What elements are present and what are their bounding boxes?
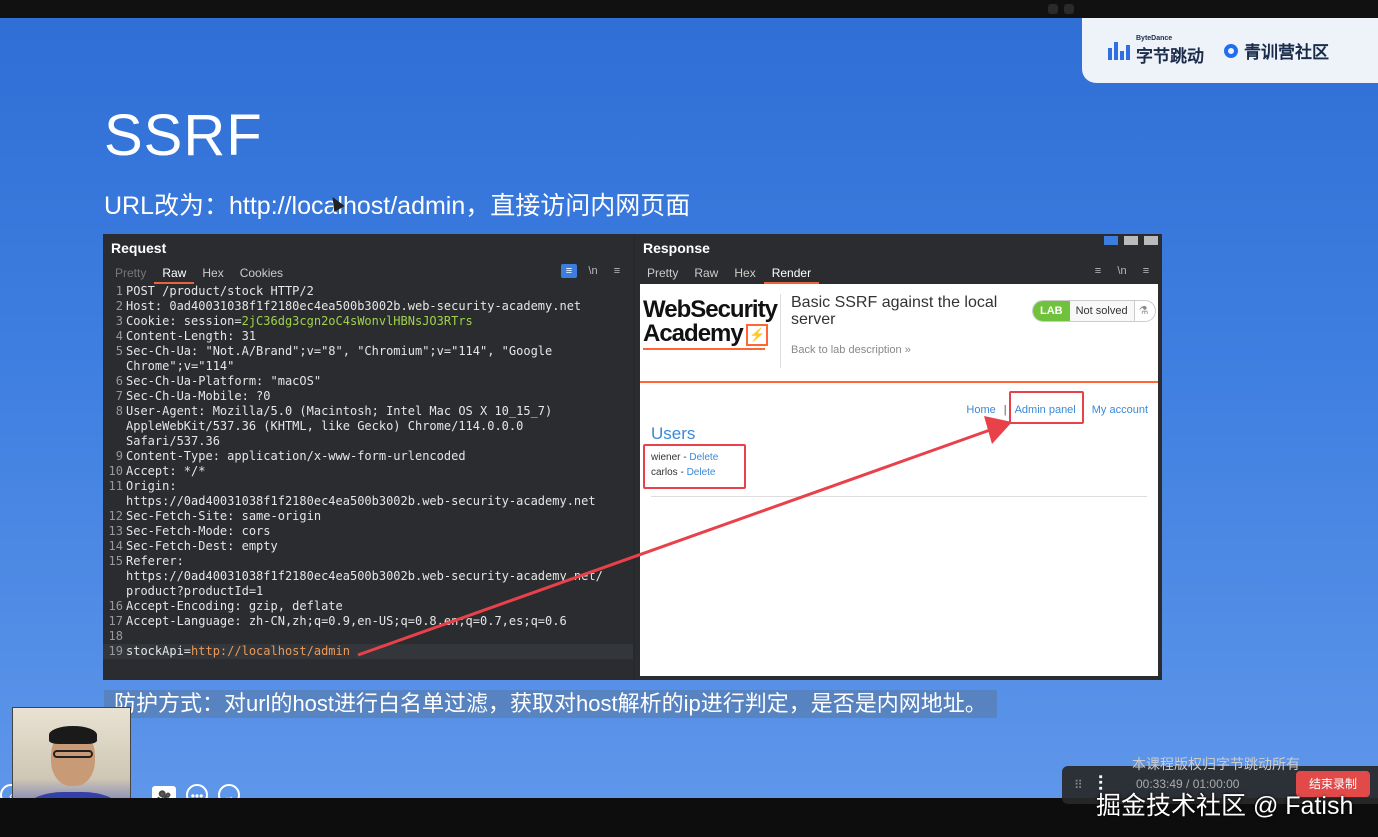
slide-caption: 防护方式：对url的host进行白名单过滤，获取对host解析的ip进行判定，是… <box>104 690 997 718</box>
presentation-slide: ByteDance 字节跳动 青训营社区 SSRF URL改为：http://l… <box>0 18 1378 798</box>
forward-icon[interactable]: → <box>218 784 240 798</box>
window-top-bar <box>0 0 1378 18</box>
more-icon[interactable]: ••• <box>186 784 208 798</box>
window-dot <box>1048 4 1058 14</box>
annotation-arrow <box>357 416 1012 657</box>
glasses-icon <box>53 750 93 758</box>
copyright-notice: 本课程版权归字节跳动所有 <box>1132 756 1300 772</box>
camera-icon[interactable]: 🎥 <box>152 786 176 798</box>
watermark: 掘金技术社区 @ Fatish <box>1096 792 1354 820</box>
window-dot <box>1064 4 1074 14</box>
drag-handle-icon[interactable]: ⠿ <box>1074 778 1083 792</box>
